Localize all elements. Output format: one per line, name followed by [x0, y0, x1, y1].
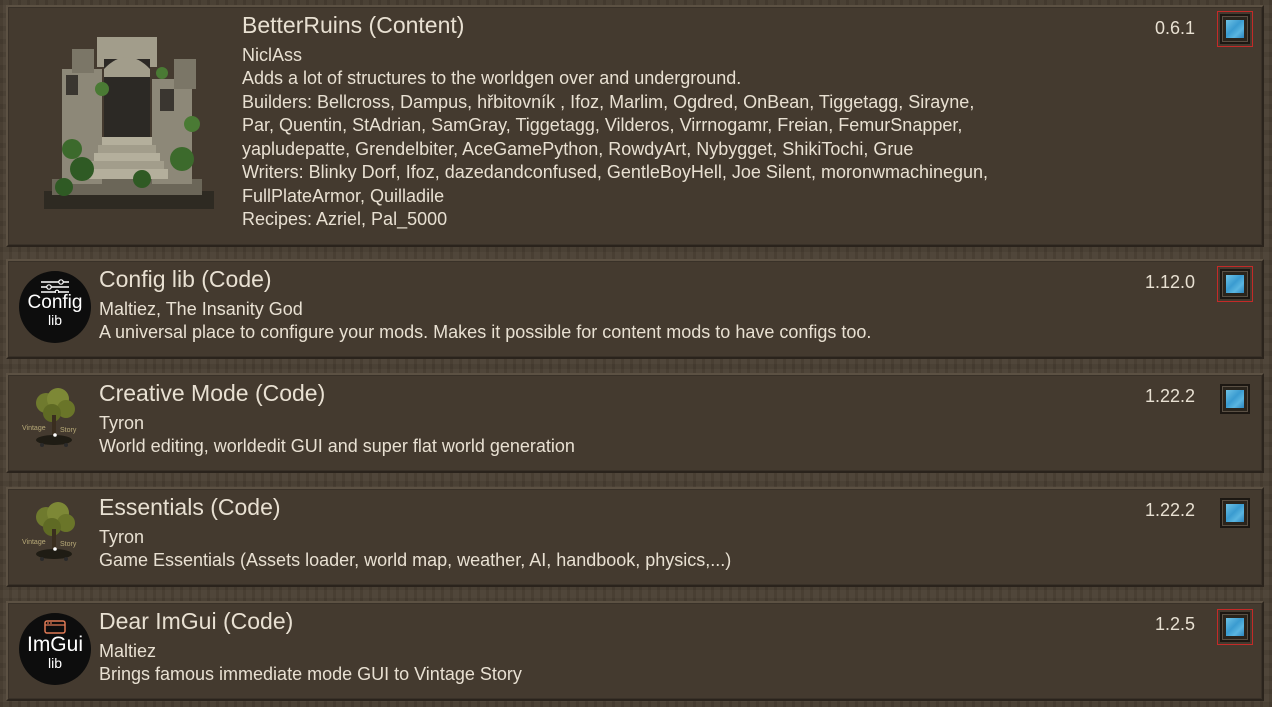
mod-entry-dear-imgui: ImGui lib Dear ImGui (Code) Maltiez Brin…: [6, 601, 1264, 701]
checked-icon: [1226, 275, 1244, 293]
logo-text-right: Story: [60, 427, 77, 434]
mod-description: A universal place to configure your mods…: [99, 322, 872, 342]
mod-title: Config lib (Code): [99, 266, 272, 292]
mod-description: Game Essentials (Assets loader, world ma…: [99, 550, 732, 570]
mod-description-line: Recipes: Azriel, Pal_5000: [242, 209, 448, 229]
mod-enable-checkbox[interactable]: [1220, 384, 1250, 414]
mod-description-line: Par, Quentin, StAdrian, SamGray, Tiggeta…: [242, 115, 963, 135]
mod-author: Maltiez: [99, 641, 157, 661]
mod-entry-config-lib: Config lib Config lib (Code) Maltiez, Th…: [6, 259, 1264, 359]
mod-entry-creative-mode: Vintage Story Creative Mode (Code) Tyron…: [6, 373, 1264, 473]
checked-icon: [1226, 20, 1244, 38]
imgui-lib-logo-icon: ImGui lib: [19, 613, 91, 685]
config-lib-logo-icon: Config lib: [19, 271, 91, 343]
mod-description-line: Builders: Bellcross, Dampus, hřbitovník …: [242, 91, 975, 112]
mod-author: NiclAss: [242, 45, 303, 65]
logo-text-left: Vintage: [22, 539, 46, 546]
mod-author: Tyron: [99, 527, 145, 547]
mod-title: Creative Mode (Code): [99, 380, 326, 406]
logo-text: ImGui: [26, 633, 83, 656]
mod-description-line: Adds a lot of structures to the worldgen…: [242, 68, 742, 88]
logo-text-left: Vintage: [22, 425, 46, 432]
checked-icon: [1226, 618, 1244, 636]
mod-description: World editing, worldedit GUI and super f…: [99, 436, 575, 456]
mod-version: 0.6.1: [1154, 18, 1195, 38]
mod-entry-betterruins: BetterRuins (Content) NiclAss Adds a lot…: [6, 5, 1264, 247]
mod-description: Brings famous immediate mode GUI to Vint…: [99, 664, 522, 684]
mod-description-line: Writers: Blinky Dorf, Ifoz, dazedandconf…: [242, 162, 989, 182]
mod-title: Essentials (Code): [99, 494, 281, 520]
mod-title: BetterRuins (Content): [242, 12, 465, 38]
checked-icon: [1226, 390, 1244, 408]
mod-version: 1.22.2: [1144, 500, 1195, 520]
mod-enable-checkbox[interactable]: [1220, 498, 1250, 528]
mod-version: 1.22.2: [1144, 386, 1195, 406]
logo-text-right: Story: [60, 541, 77, 548]
ruins-icon: [42, 29, 216, 211]
mod-title: Dear ImGui (Code): [99, 608, 294, 634]
mod-enable-checkbox[interactable]: [1217, 11, 1253, 47]
mod-enable-checkbox[interactable]: [1217, 609, 1253, 645]
mod-author: Tyron: [99, 413, 145, 433]
mod-author: Maltiez, The Insanity God: [99, 299, 303, 319]
logo-subtext: lib: [47, 312, 62, 328]
mod-version: 1.12.0: [1144, 272, 1195, 292]
mod-entry-essentials: Vintage Story Essentials (Code) Tyron Ga…: [6, 487, 1264, 587]
vintage-story-logo-icon: Vintage Story: [22, 499, 88, 569]
checked-icon: [1226, 504, 1244, 522]
logo-text: Config: [27, 292, 83, 313]
vintage-story-logo-icon: Vintage Story: [22, 385, 88, 455]
logo-subtext: lib: [47, 655, 62, 671]
mod-description-line: yapludepatte, Grendelbiter, AceGamePytho…: [242, 138, 914, 159]
mod-enable-checkbox[interactable]: [1217, 266, 1253, 302]
mod-version: 1.2.5: [1154, 614, 1195, 634]
mod-description-line: FullPlateArmor, Quilladile: [242, 185, 445, 206]
